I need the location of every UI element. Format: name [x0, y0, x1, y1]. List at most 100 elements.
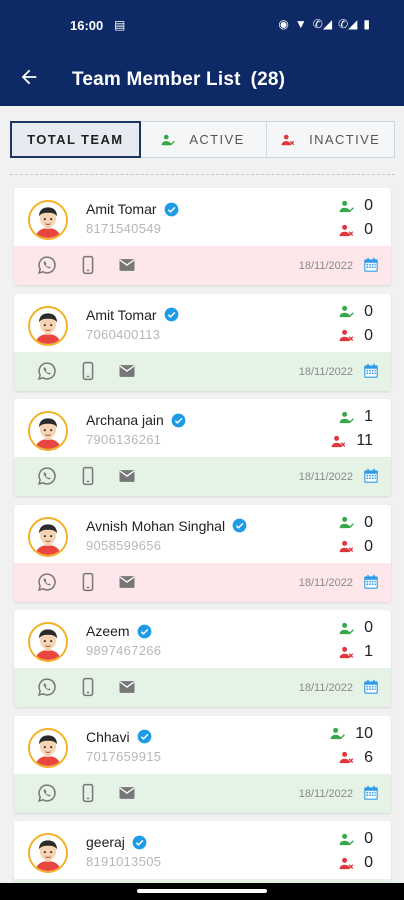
avatar [28, 305, 68, 346]
member-phone: 9058599656 [86, 537, 162, 553]
user-active-icon [339, 200, 354, 212]
mobile-phone-icon[interactable] [78, 255, 98, 275]
inactive-count-value: 0 [364, 537, 373, 555]
whatsapp-icon[interactable] [37, 255, 57, 275]
user-active-icon [339, 516, 354, 529]
whatsapp-icon[interactable] [37, 783, 57, 803]
inactive-count-value: 1 [364, 643, 373, 660]
wifi-icon: ▼ [294, 17, 307, 31]
whatsapp-icon[interactable] [37, 572, 57, 592]
member-card[interactable]: Amit Tomar 8171540549 0 0 18/11/2022 [14, 188, 391, 285]
tab-active-label: ACTIVE [189, 132, 245, 147]
user-active-icon [339, 622, 354, 634]
member-name-text: Chhavi [86, 728, 130, 745]
member-count: (28) [250, 69, 286, 90]
mail-icon[interactable] [117, 361, 137, 381]
member-card[interactable]: Avnish Mohan Singhal 9058599656 0 0 18/1… [14, 504, 391, 602]
avatar [28, 200, 68, 240]
member-card-info: Avnish Mohan Singhal 9058599656 0 0 [14, 505, 391, 563]
mobile-phone-icon[interactable] [78, 677, 98, 697]
mobile-phone-icon[interactable] [78, 361, 98, 381]
member-actions: 18/11/2022 [14, 562, 391, 602]
member-name: Avnish Mohan Singhal [86, 518, 247, 534]
back-arrow-icon[interactable] [18, 66, 40, 88]
member-name: Archana jain [86, 412, 186, 428]
inactive-count-value: 11 [356, 432, 373, 449]
mail-icon[interactable] [117, 783, 137, 803]
member-name-text: Azeem [86, 623, 130, 639]
divider [10, 174, 395, 175]
avatar-icon [30, 518, 66, 555]
avatar [28, 727, 68, 768]
member-name-text: Amit Tomar [86, 306, 157, 323]
mail-icon[interactable] [117, 572, 137, 592]
verified-badge-icon [164, 202, 178, 216]
active-count: 0 [339, 197, 373, 215]
user-active-icon [161, 134, 176, 145]
mail-icon[interactable] [117, 255, 137, 275]
tab-inactive[interactable]: INACTIVE [267, 122, 394, 157]
verified-badge-icon [137, 624, 151, 638]
member-card[interactable]: Amit Tomar 7060400113 0 0 18/11/2022 [14, 293, 391, 391]
mobile-phone-icon[interactable] [78, 783, 98, 803]
mail-icon[interactable] [117, 677, 137, 697]
mail-icon[interactable] [117, 466, 137, 486]
user-inactive-icon [339, 646, 354, 658]
verified-badge-icon [137, 729, 151, 744]
inactive-count-value: 0 [364, 221, 373, 238]
active-count-value: 0 [364, 513, 373, 531]
avatar-icon [30, 835, 66, 871]
active-count: 1 [339, 408, 373, 426]
page-title-text: Team Member List [72, 69, 241, 90]
member-card[interactable]: Archana jain 7906136261 1 11 18/11/2022 [14, 399, 391, 496]
user-active-icon [339, 833, 354, 845]
calendar-icon[interactable] [362, 362, 380, 380]
sim-icon: ▤ [114, 18, 126, 32]
member-card[interactable]: Chhavi 7017659915 10 6 18/11/2022 [14, 715, 391, 813]
active-count: 0 [339, 514, 373, 532]
calendar-icon[interactable] [362, 256, 380, 274]
member-card-info: Amit Tomar 7060400113 0 0 [14, 294, 391, 352]
tab-total-team[interactable]: TOTAL TEAM [10, 121, 141, 158]
member-actions: 18/11/2022 [14, 773, 391, 813]
page-title: Team Member List (28) [72, 69, 285, 91]
filter-tabs: TOTAL TEAM ACTIVE INACTIVE [10, 121, 395, 158]
mobile-phone-icon[interactable] [78, 466, 98, 486]
whatsapp-icon[interactable] [37, 466, 57, 486]
verified-badge-icon [171, 413, 186, 427]
battery-icon: ▮ [363, 17, 370, 31]
whatsapp-icon[interactable] [37, 677, 57, 697]
user-active-icon [339, 305, 354, 318]
calendar-icon[interactable] [362, 573, 380, 591]
member-actions: 18/11/2022 [14, 351, 391, 391]
whatsapp-icon[interactable] [37, 361, 57, 381]
user-active-icon [330, 727, 346, 740]
tab-inactive-label: INACTIVE [309, 132, 381, 147]
member-date: 18/11/2022 [298, 471, 353, 483]
mobile-phone-icon[interactable] [78, 572, 98, 592]
avatar-icon [30, 624, 66, 660]
tab-active[interactable]: ACTIVE [140, 122, 268, 157]
member-card-info: Azeem 9897467266 0 1 [14, 610, 391, 668]
member-card-info: geeraj 8191013505 0 0 [14, 821, 391, 879]
active-count: 0 [339, 303, 373, 321]
calendar-icon[interactable] [362, 678, 380, 696]
active-count-value: 0 [364, 619, 373, 636]
member-card-info: Archana jain 7906136261 1 11 [14, 399, 391, 457]
inactive-count-value: 0 [364, 854, 373, 871]
member-date: 18/11/2022 [298, 682, 353, 694]
member-phone: 8171540549 [86, 221, 162, 236]
member-card[interactable]: Azeem 9897467266 0 1 18/11/2022 [14, 610, 391, 707]
active-count: 0 [339, 830, 373, 848]
calendar-icon[interactable] [362, 467, 380, 485]
inactive-count-value: 0 [364, 326, 373, 344]
member-name: Amit Tomar [86, 201, 179, 217]
status-icons: ◉ ▼ ✆◢ ✆◢ ▮ [278, 17, 370, 31]
user-active-icon [339, 411, 354, 423]
avatar [28, 833, 68, 873]
user-inactive-icon [339, 329, 354, 342]
home-gesture-handle[interactable] [137, 889, 267, 893]
member-phone: 9897467266 [86, 643, 162, 658]
status-time: 16:00 [70, 18, 104, 33]
calendar-icon[interactable] [362, 784, 380, 802]
